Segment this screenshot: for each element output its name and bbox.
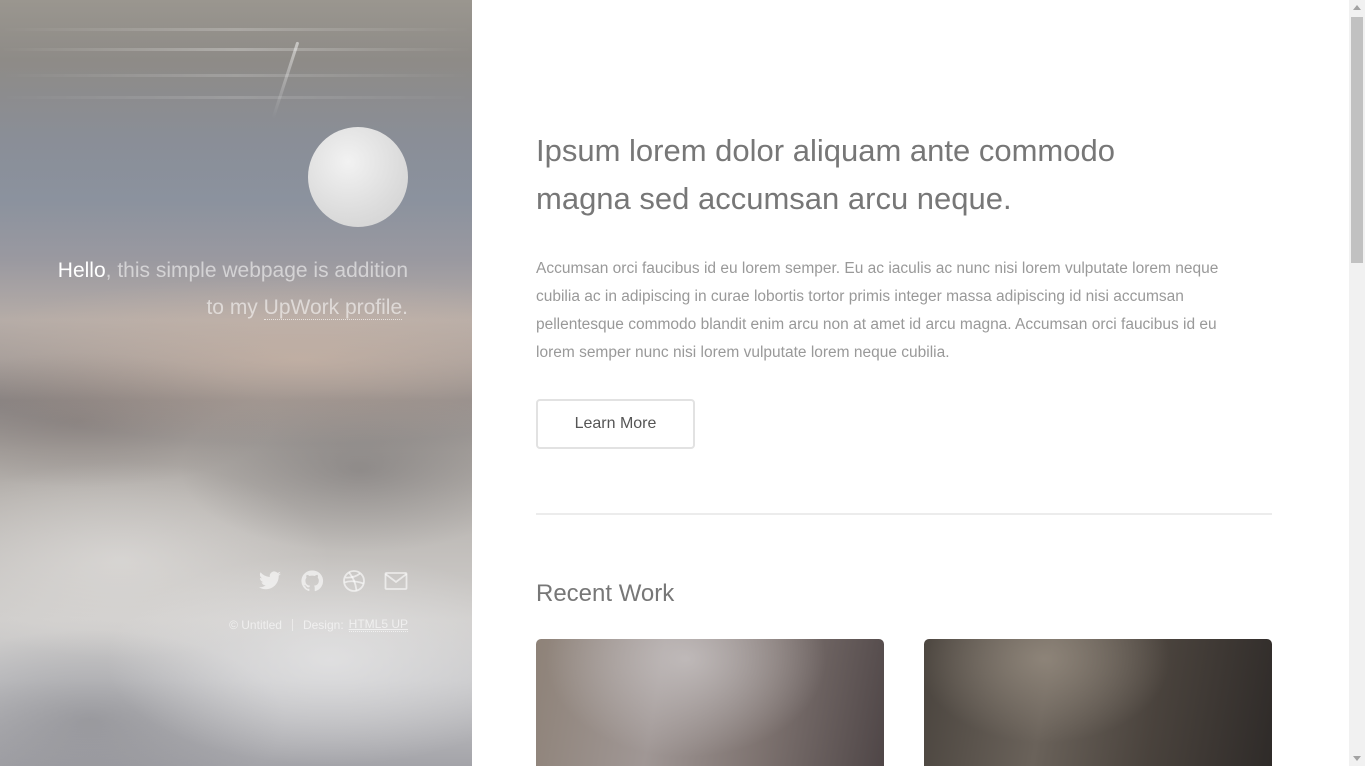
copyright: © Untitled Design: HTML5 UP	[229, 617, 408, 632]
contrail	[271, 41, 300, 119]
intro-paragraph: Accumsan orci faucibus id eu lorem sempe…	[536, 260, 1219, 361]
avatar	[308, 127, 408, 227]
work-thumbnail-1[interactable]	[536, 639, 884, 766]
sky-streak	[0, 74, 472, 77]
dribbble-icon[interactable]	[342, 569, 366, 593]
page-scrollbar[interactable]	[1349, 0, 1365, 766]
sky-streak	[0, 96, 472, 99]
work-thumbnail-2[interactable]	[924, 639, 1272, 766]
page-headline: Ipsum lorem dolor aliquam ante commodo m…	[536, 133, 1115, 216]
social-icons	[258, 569, 408, 593]
recent-work-heading: Recent Work	[536, 580, 675, 607]
sidebar-header: Hello, this simple webpage is addition t…	[0, 0, 472, 766]
design-credit-link[interactable]: HTML5 UP	[348, 617, 408, 632]
scroll-down-arrow-icon[interactable]	[1353, 756, 1361, 761]
sky-streak	[0, 28, 472, 31]
scroll-up-arrow-icon[interactable]	[1353, 5, 1361, 10]
intro-text-end: .	[402, 296, 408, 319]
copyright-separator	[291, 618, 293, 631]
main-content: Ipsum lorem dolor aliquam ante commodo m…	[472, 0, 1349, 766]
learn-more-button[interactable]: Learn More	[536, 399, 695, 449]
intro-text: Hello, this simple webpage is addition t…	[40, 252, 408, 326]
upwork-profile-link[interactable]: UpWork profile	[263, 296, 403, 320]
page: Hello, this simple webpage is addition t…	[0, 0, 1365, 766]
scrollbar-thumb[interactable]	[1351, 17, 1363, 263]
sky-streak	[0, 48, 472, 51]
hello-text: Hello	[57, 259, 106, 282]
section-divider	[536, 513, 1272, 515]
github-icon[interactable]	[300, 569, 324, 593]
copyright-owner: © Untitled	[229, 617, 282, 632]
envelope-icon[interactable]	[384, 569, 408, 593]
twitter-icon[interactable]	[258, 569, 282, 593]
design-label: Design:	[302, 617, 344, 632]
